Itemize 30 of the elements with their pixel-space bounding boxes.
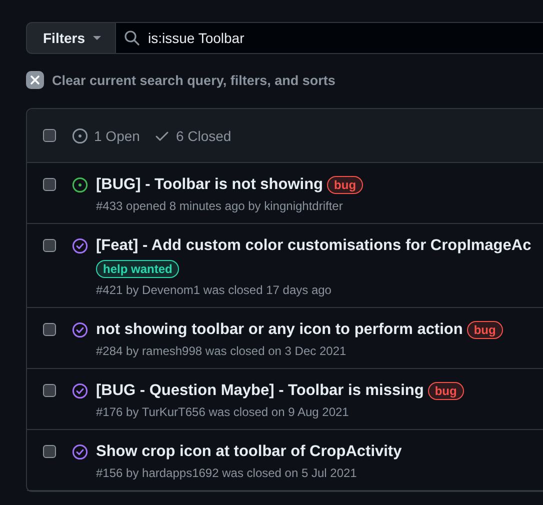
- search-icon: [124, 30, 140, 46]
- search-field[interactable]: is:issue Toolbar: [116, 22, 543, 54]
- checkbox[interactable]: [43, 129, 56, 142]
- open-tab[interactable]: 1 Open: [72, 128, 140, 144]
- caret-icon: [93, 36, 102, 40]
- issue-label[interactable]: bug: [428, 382, 464, 400]
- clear-filters-link[interactable]: Clear current search query, filters, and sorts: [52, 72, 336, 88]
- open-issue-icon: [72, 128, 88, 144]
- issue-label[interactable]: bug: [466, 321, 503, 339]
- checkbox[interactable]: [43, 384, 56, 397]
- search-input[interactable]: is:issue Toolbar: [148, 30, 543, 46]
- issue-title[interactable]: [BUG] - Toolbar is not showing: [96, 176, 324, 194]
- issue-title[interactable]: [Feat] - Add custom color customisations for CropImageAc: [96, 237, 532, 255]
- checkbox[interactable]: [43, 445, 56, 458]
- issue-meta: #284 by ramesh998 was closed on 3 Dec 2021: [96, 344, 348, 358]
- checkbox[interactable]: [43, 178, 56, 191]
- filters-button[interactable]: Filters: [26, 22, 116, 54]
- issue-title[interactable]: [BUG - Question Maybe] - Toolbar is missing: [96, 382, 424, 400]
- issue-label[interactable]: help wanted: [96, 260, 180, 278]
- issue-meta: #176 by TurKurT656 was closed on 9 Aug 2021: [96, 405, 350, 419]
- issue-title[interactable]: Show crop icon at toolbar of CropActivity: [96, 443, 402, 461]
- issue-title[interactable]: not showing toolbar or any icon to perform action: [96, 321, 463, 339]
- issue-meta: #156 by hardapps1692 was closed on 5 Jul 2021: [96, 466, 358, 480]
- issue-label[interactable]: bug: [327, 176, 364, 194]
- issue-meta: #433 opened 8 minutes ago by kingnightdrifter: [96, 199, 344, 213]
- checkbox[interactable]: [43, 239, 56, 252]
- close-icon[interactable]: [26, 71, 44, 89]
- issue-meta: #421 by Devenom1 was closed 17 days ago: [96, 283, 332, 297]
- closed-tab[interactable]: 6 Closed: [154, 128, 232, 144]
- checkbox[interactable]: [43, 323, 56, 336]
